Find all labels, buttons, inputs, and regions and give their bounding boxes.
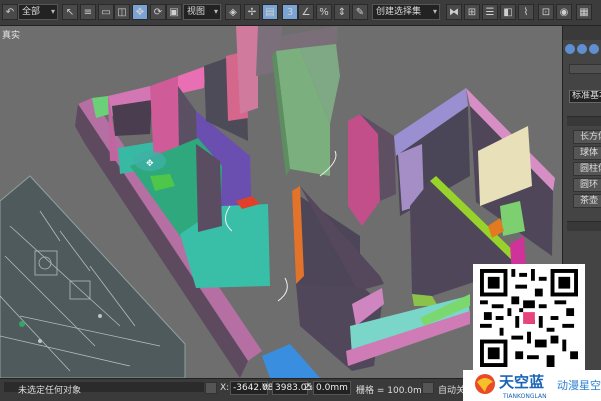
command-panel-tabs[interactable] xyxy=(563,26,601,40)
viewport-shading-label[interactable]: 真实 xyxy=(2,28,20,41)
window-crossing-icon[interactable]: ◫ xyxy=(114,4,130,20)
ref-coord-value: 视图 xyxy=(187,7,206,17)
angle-snap-icon[interactable]: ∠ xyxy=(298,4,314,20)
z-coord-field[interactable]: 0.0mm xyxy=(313,381,351,395)
brand-logo: 天空蓝 TIANKONGLAN 动漫星空 xyxy=(475,373,601,400)
selection-filter-value: 全部 xyxy=(22,7,41,17)
chevron-down-icon: ▾ xyxy=(213,7,218,16)
lock-selection-icon[interactable] xyxy=(205,382,217,394)
create-category-icons[interactable] xyxy=(565,44,599,54)
shapes-icon[interactable] xyxy=(577,44,587,54)
keyboard-shortcut-override-icon[interactable]: ▤ xyxy=(262,4,278,20)
sphere-button[interactable]: 球体 xyxy=(573,146,601,160)
time-tag-icon[interactable] xyxy=(422,382,434,394)
percent-snap-icon[interactable]: % xyxy=(316,4,332,20)
main-toolbar: ↶ 全部 ▾ ↖ ≡ ▭ ◫ ✥ ⟳ ▣ 视图 ▾ ◈ ✢ ▤ 3 ∠ % ⇕ ✎ … xyxy=(0,0,601,26)
named-selection-value: 创建选择集 xyxy=(376,7,422,17)
cylinder-button[interactable]: 圆柱体 xyxy=(573,162,601,176)
schematic-view-icon[interactable]: ⊡ xyxy=(538,4,554,20)
rect-selection-icon[interactable]: ▭ xyxy=(98,4,114,20)
auto-key-label[interactable]: 自动关 xyxy=(438,383,465,396)
brand-watermark: 天空蓝 TIANKONGLAN 动漫星空 xyxy=(463,370,601,401)
geometry-icon[interactable] xyxy=(565,44,575,54)
select-object-icon[interactable]: ↖ xyxy=(62,4,78,20)
reference-coordinate-dropdown[interactable]: 视图 ▾ xyxy=(183,4,221,20)
select-scale-icon[interactable]: ▣ xyxy=(166,4,182,20)
render-setup-icon[interactable]: ▦ xyxy=(576,4,592,20)
object-type-rollout-header[interactable] xyxy=(567,116,601,126)
material-editor-icon[interactable]: ◉ xyxy=(556,4,572,20)
spinner-snap-icon[interactable]: ⇕ xyxy=(334,4,350,20)
brand-cn: 天空蓝 xyxy=(499,373,544,391)
pivot-center-icon[interactable]: ◈ xyxy=(225,4,241,20)
qr-code xyxy=(473,264,585,372)
chevron-down-icon: ▾ xyxy=(50,7,55,16)
select-manipulate-icon[interactable]: ✢ xyxy=(244,4,260,20)
brand-en: TIANKONGLAN xyxy=(502,393,547,400)
selection-filter-dropdown[interactable]: 全部 ▾ xyxy=(18,4,58,20)
brand-slogan: 动漫星空 xyxy=(557,378,601,392)
select-rotate-icon[interactable]: ⟳ xyxy=(150,4,166,20)
y-coord-field[interactable]: 3983.054 xyxy=(272,381,318,395)
chevron-down-icon: ▾ xyxy=(432,7,437,16)
subcategory-bar xyxy=(569,64,601,74)
layer-manager-icon[interactable]: ☰ xyxy=(482,4,498,20)
qr-code-image xyxy=(480,269,578,367)
snap-label: 3 xyxy=(286,6,294,18)
box-button[interactable]: 长方体 xyxy=(573,130,601,144)
mirror-icon[interactable]: ⧓ xyxy=(446,4,462,20)
select-move-icon[interactable]: ✥ xyxy=(132,4,148,20)
name-color-rollout-header[interactable] xyxy=(567,221,601,231)
y-coord-label: Y: xyxy=(262,383,270,393)
torus-button[interactable]: 圆环 xyxy=(573,178,601,192)
svg-text:✥: ✥ xyxy=(146,159,154,169)
x-coord-label: X: xyxy=(220,383,230,393)
snaps-toggle-icon[interactable]: 3 xyxy=(282,4,298,20)
undo-icon[interactable]: ↶ xyxy=(2,4,18,20)
grid-size: 栅格 = 100.0mm xyxy=(356,386,431,396)
z-coord-label: Z: xyxy=(304,383,314,393)
edit-named-sets-icon[interactable]: ✎ xyxy=(352,4,368,20)
status-message: 未选定任何对象 xyxy=(18,386,82,396)
object-type-dropdown[interactable]: 标准基本体 xyxy=(569,90,601,103)
align-icon[interactable]: ⊞ xyxy=(464,4,480,20)
graphite-tools-icon[interactable]: ◧ xyxy=(500,4,516,20)
curve-editor-icon[interactable]: ⌇ xyxy=(518,4,534,20)
teapot-button[interactable]: 茶壶 xyxy=(573,194,601,208)
app-window: ↶ 全部 ▾ ↖ ≡ ▭ ◫ ✥ ⟳ ▣ 视图 ▾ ◈ ✢ ▤ 3 ∠ % ⇕ ✎ … xyxy=(0,0,601,401)
select-by-name-icon[interactable]: ≡ xyxy=(80,4,96,20)
lights-icon[interactable] xyxy=(589,44,599,54)
named-selection-dropdown[interactable]: 创建选择集 ▾ xyxy=(372,4,440,20)
